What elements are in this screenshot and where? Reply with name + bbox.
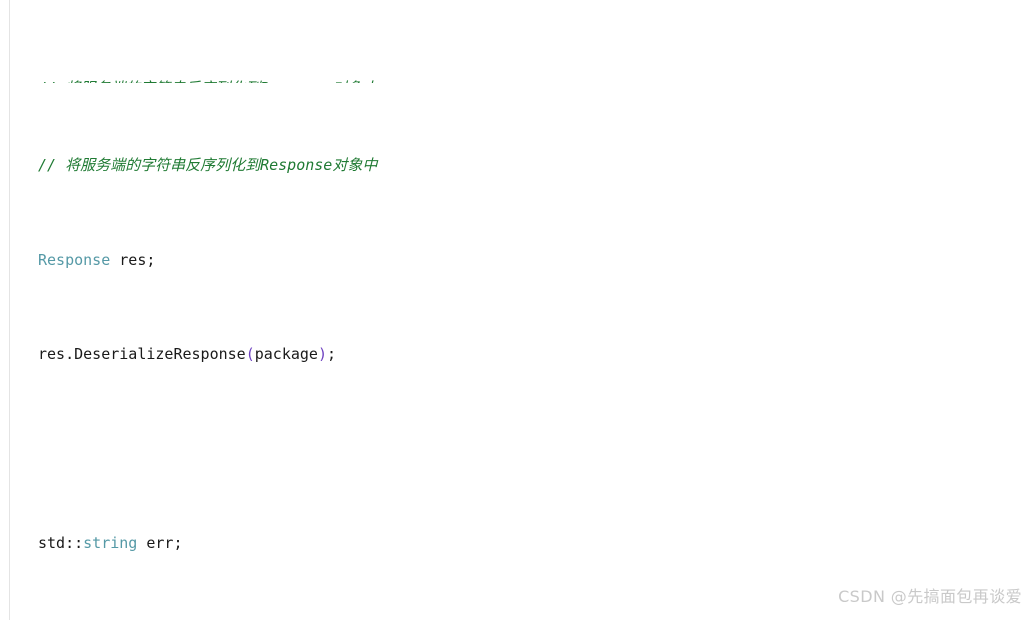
deserialize-callee: res.DeserializeResponse [38,344,246,363]
comment-text: // 将服务端的字符串反序列化到Response对象中 [38,156,378,175]
type-response: Response [38,250,111,269]
type-string: string [83,533,138,552]
code-line-string-err-decl: std::string err; [0,532,1035,556]
csdn-watermark: CSDN @先搞面包再谈爱 [838,587,1022,606]
code-line-clipped-top: // 将服务端的字符串反序列化到Response对象中 [0,77,1035,83]
deserialize-arg: package [254,344,318,363]
code-line-blank-1 [0,437,1035,461]
paren-close: ) [317,344,327,363]
paren-open: ( [245,344,255,363]
code-screenshot: // 将服务端的字符串反序列化到Response对象中 // 将服务端的字符串反… [0,0,1035,620]
semicolon: ; [327,344,337,363]
code-line-comment-deserialize: // 将服务端的字符串反序列化到Response对象中 [0,154,1035,178]
code-line-response-decl: Response res; [0,249,1035,273]
clipped-top-text: // 将服务端的字符串反序列化到Response对象中 [38,79,377,83]
response-var: res; [110,250,156,269]
err-var: err; [137,533,183,552]
code-line-deserialize-call: res.DeserializeResponse(package); [0,343,1035,367]
std-namespace: std:: [38,533,84,552]
code-editor-content[interactable]: // 将服务端的字符串反序列化到Response对象中 // 将服务端的字符串反… [0,0,1035,620]
